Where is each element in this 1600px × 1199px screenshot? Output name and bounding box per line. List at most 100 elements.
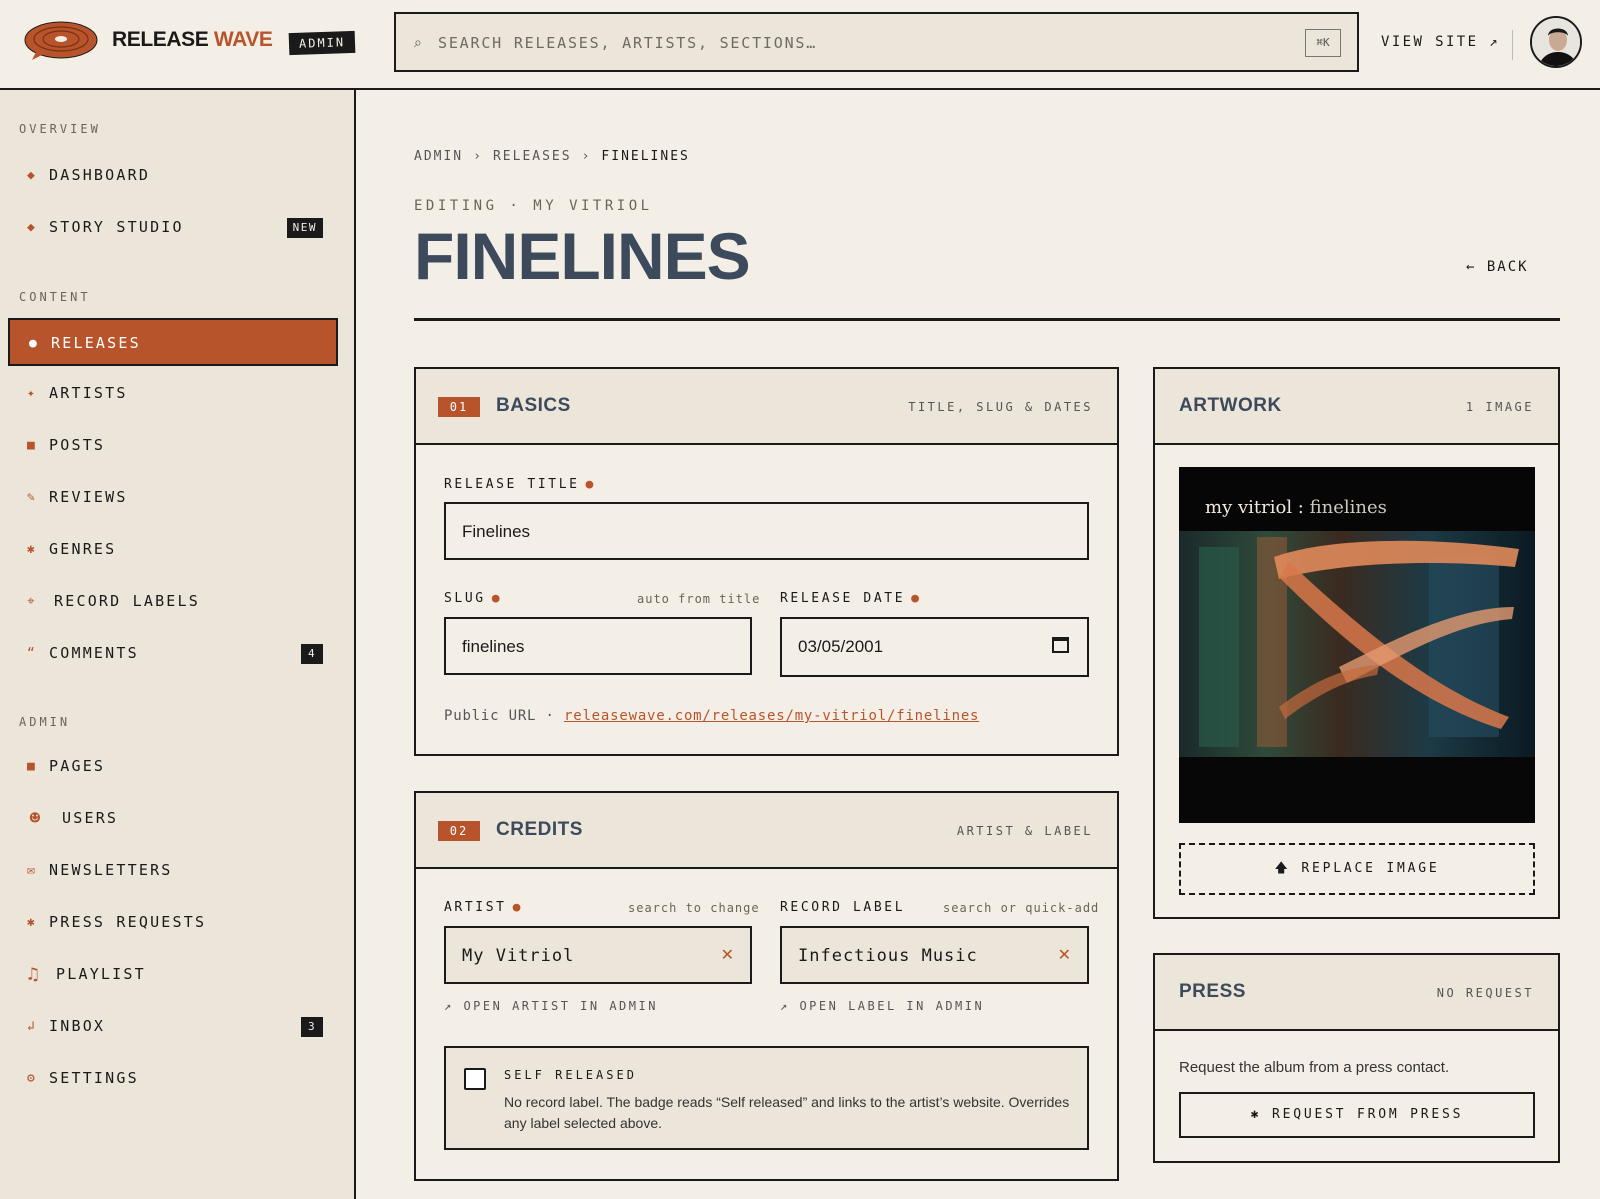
- sidebar-item-releases[interactable]: ● RELEASES: [8, 318, 338, 366]
- sidebar-item-inbox[interactable]: ↲ INBOX 3: [8, 1003, 338, 1051]
- back-button[interactable]: ← BACK: [1466, 259, 1529, 275]
- clear-artist-icon[interactable]: ✕: [721, 945, 734, 965]
- breadcrumb-separator: ›: [473, 149, 483, 164]
- sidebar-section-overview: OVERVIEW: [19, 122, 101, 136]
- page-title: FINELINES: [414, 219, 751, 293]
- credits-card-header: 02 CREDITS ARTIST & LABEL: [416, 793, 1117, 869]
- sidebar-item-press-requests[interactable]: ✱ PRESS REQUESTS: [8, 899, 338, 947]
- count-badge: 4: [301, 644, 323, 664]
- brand-word-wave: WAVE: [213, 28, 273, 51]
- music-note-icon: ♫: [27, 964, 41, 985]
- sidebar-item-comments[interactable]: “ COMMENTS 4: [8, 630, 338, 678]
- album-artwork[interactable]: my vitriol : finelines: [1179, 467, 1535, 823]
- user-avatar[interactable]: [1530, 16, 1582, 68]
- section-number: 02: [438, 821, 480, 841]
- sidebar-item-playlist[interactable]: ♫ PLAYLIST: [8, 951, 338, 999]
- artwork-card: ARTWORK 1 IMAGE my vitriol: finelines 🡅…: [1153, 367, 1560, 919]
- breadcrumb-admin[interactable]: ADMIN: [414, 149, 463, 164]
- breadcrumb-current: FINELINES: [601, 149, 690, 164]
- replace-image-button[interactable]: 🡅 REPLACE IMAGE: [1179, 843, 1535, 895]
- view-site-link[interactable]: VIEW SITE ↗: [1381, 34, 1500, 50]
- title-divider: [414, 318, 1560, 321]
- sidebar-item-dashboard[interactable]: ◆ DASHBOARD: [8, 152, 338, 200]
- sidebar-item-artists[interactable]: ✦ ARTISTS: [8, 370, 338, 418]
- artist-label-text: ARTIST: [444, 900, 507, 915]
- required-marker: ●: [512, 900, 523, 915]
- sidebar-item-label: ARTISTS: [49, 384, 128, 402]
- record-label-field[interactable]: ✕: [780, 926, 1089, 984]
- square-icon: ■: [26, 759, 38, 774]
- slug-field[interactable]: [444, 617, 752, 675]
- admin-tag: ADMIN: [288, 30, 356, 56]
- search-icon: ⌕: [414, 34, 422, 50]
- album-artwork-graphic: [1179, 467, 1535, 823]
- artwork-card-header: ARTWORK 1 IMAGE: [1155, 369, 1558, 445]
- release-title-field[interactable]: [444, 502, 1089, 560]
- slug-hint: auto from title: [637, 592, 761, 606]
- sidebar-item-settings[interactable]: ⚙ SETTINGS: [8, 1055, 338, 1103]
- sidebar-item-reviews[interactable]: ✎ REVIEWS: [8, 474, 338, 522]
- sidebar-item-record-labels[interactable]: ⌖ RECORD LABELS: [8, 578, 338, 626]
- slug-label: SLUG ●: [444, 591, 502, 606]
- sidebar-item-story-studio[interactable]: ◆ STORY STUDIO NEW: [8, 204, 338, 252]
- brand-name[interactable]: RELEASE WAVE: [112, 28, 273, 52]
- calendar-icon[interactable]: [1052, 637, 1069, 653]
- open-artist-link[interactable]: ↗ OPEN ARTIST IN ADMIN: [444, 999, 658, 1013]
- sidebar-item-posts[interactable]: ■ POSTS: [8, 422, 338, 470]
- self-released-box[interactable]: SELF RELEASED No record label. The badge…: [444, 1046, 1089, 1150]
- sparkle-icon: ✦: [26, 386, 38, 401]
- credits-card: 02 CREDITS ARTIST & LABEL ARTIST ● search…: [414, 791, 1119, 1181]
- logo-disc-icon[interactable]: [24, 20, 98, 60]
- artist-field[interactable]: ✕: [444, 926, 752, 984]
- artwork-title: ARTWORK: [1179, 395, 1282, 416]
- smiley-icon: ☻: [29, 808, 43, 829]
- search-bar[interactable]: ⌕ ⌘K: [394, 12, 1359, 72]
- shortcut-hint: ⌘K: [1305, 29, 1341, 57]
- square-icon: ■: [26, 438, 38, 453]
- sidebar-item-label: RECORD LABELS: [54, 592, 200, 610]
- sidebar-item-label: DASHBOARD: [49, 166, 151, 184]
- brand-word-release: RELEASE: [112, 28, 209, 51]
- clear-label-icon[interactable]: ✕: [1058, 945, 1071, 965]
- self-released-description: No record label. The badge reads “Self r…: [504, 1094, 1070, 1131]
- public-url-link[interactable]: releasewave.com/releases/my-vitriol/fine…: [564, 708, 979, 724]
- replace-image-label: REPLACE IMAGE: [1301, 861, 1440, 876]
- release-date-input[interactable]: [798, 633, 1058, 661]
- press-card-header: PRESS NO REQUEST: [1155, 955, 1558, 1031]
- press-title: PRESS: [1179, 981, 1246, 1002]
- search-input[interactable]: [438, 28, 1238, 58]
- sidebar-item-label: COMMENTS: [49, 644, 139, 662]
- release-title-input[interactable]: [462, 518, 1007, 546]
- record-label-input[interactable]: [798, 942, 1058, 970]
- artist-hint: search to change: [628, 901, 760, 915]
- basics-meta: TITLE, SLUG & DATES: [908, 400, 1093, 414]
- sidebar-item-pages[interactable]: ■ PAGES: [8, 743, 338, 791]
- self-released-checkbox[interactable]: [464, 1068, 486, 1090]
- inbox-icon: ↲: [26, 1019, 38, 1034]
- release-title-label: RELEASE TITLE ●: [444, 477, 596, 492]
- slug-input[interactable]: [462, 633, 721, 661]
- basics-card-header: 01 BASICS TITLE, SLUG & DATES: [416, 369, 1117, 445]
- sidebar-item-label: SETTINGS: [49, 1069, 139, 1087]
- slug-label-text: SLUG: [444, 591, 486, 606]
- sidebar-item-label: INBOX: [49, 1017, 106, 1035]
- section-number: 01: [438, 397, 480, 417]
- sidebar: OVERVIEW ◆ DASHBOARD ◆ STORY STUDIO NEW …: [0, 90, 356, 1199]
- sidebar-section-admin: ADMIN: [19, 715, 71, 729]
- artist-input[interactable]: [462, 942, 721, 970]
- request-from-press-button[interactable]: ✱ REQUEST FROM PRESS: [1179, 1092, 1535, 1138]
- sidebar-item-label: STORY STUDIO: [49, 218, 184, 236]
- public-url-label: Public URL ·: [444, 708, 555, 724]
- count-badge: 3: [301, 1017, 323, 1037]
- top-bar: RELEASE WAVE ADMIN ⌕ ⌘K VIEW SITE ↗: [0, 0, 1600, 90]
- crosshair-icon: ⌖: [27, 594, 37, 609]
- breadcrumb-releases[interactable]: RELEASES: [493, 149, 572, 164]
- release-date-field[interactable]: [780, 617, 1089, 677]
- basics-card: 01 BASICS TITLE, SLUG & DATES RELEASE TI…: [414, 367, 1119, 756]
- sidebar-item-newsletters[interactable]: ✉ NEWSLETTERS: [8, 847, 338, 895]
- required-marker: ●: [911, 591, 922, 606]
- sidebar-item-label: RELEASES: [51, 334, 141, 352]
- sidebar-item-users[interactable]: ☻ USERS: [8, 795, 338, 843]
- sidebar-item-genres[interactable]: ✱ GENRES: [8, 526, 338, 574]
- open-label-link[interactable]: ↗ OPEN LABEL IN ADMIN: [780, 999, 984, 1013]
